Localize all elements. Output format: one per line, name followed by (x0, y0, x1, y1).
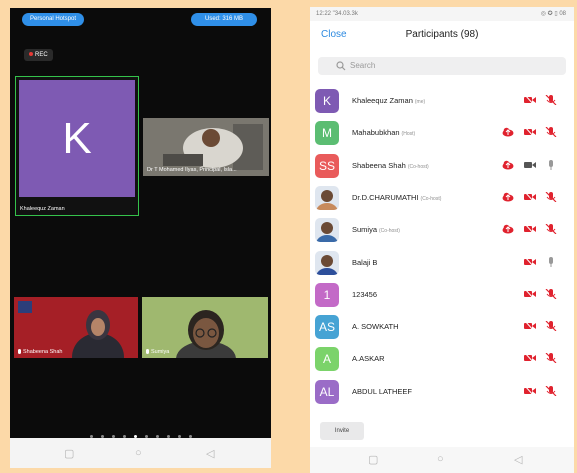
mic-off-icon (545, 224, 557, 235)
back-icon[interactable]: ◁ (514, 453, 522, 466)
participant-name: A.ASKAR (352, 354, 385, 364)
participant-avatar: AL (315, 379, 339, 404)
self-name-label: Khaleequz Zaman (20, 206, 65, 212)
mic-on-icon (549, 256, 553, 267)
search-icon (336, 61, 346, 71)
home-icon[interactable]: ○ (135, 447, 142, 459)
meeting-screen: Personal Hotspot Used: 316 MB REC K Khal… (10, 8, 271, 468)
mic-on-icon (549, 159, 553, 170)
video-off-icon (524, 385, 536, 396)
participant-role: (Co-host) (407, 163, 429, 170)
record-dot-icon (29, 52, 33, 57)
recent-apps-icon[interactable]: ▢ (64, 447, 74, 460)
android-nav-bar: ▢ ○ ◁ (10, 438, 271, 468)
back-icon[interactable]: ◁ (206, 447, 214, 460)
participant-row[interactable]: Dr.D.CHARUMATHI (Co-host) (310, 182, 574, 214)
screen-share-icon (502, 192, 514, 202)
video-off-icon (524, 224, 536, 235)
principal-video-tile[interactable]: Dr T Mohamed Ilyas, Principal, Isla... (143, 118, 269, 176)
participant-role: (Host) (401, 131, 416, 138)
participant-role: (Co-host) (420, 195, 442, 202)
participant-row[interactable]: SS Shabeena Shah (Co-host) (310, 150, 574, 182)
screen-share-icon (502, 127, 514, 137)
participants-screen: 12:22 "34.03.3k ◎ ✪ ▯ 08 Close Participa… (310, 7, 574, 473)
participant-name: Sumiya (Co-host) (352, 225, 400, 235)
status-bar: 12:22 "34.03.3k ◎ ✪ ▯ 08 (310, 7, 574, 21)
participant-name: 123456 (352, 289, 378, 299)
participant-role: (Co-host) (379, 228, 400, 235)
participant-row[interactable]: A A.ASKAR (310, 343, 574, 375)
participant-avatar: M (315, 121, 339, 146)
participant-avatar (315, 250, 339, 275)
participant-avatar: SS (315, 153, 339, 178)
search-input[interactable]: Search (318, 57, 566, 75)
screen-share-icon (502, 160, 514, 170)
recent-apps-icon[interactable]: ▢ (368, 453, 378, 466)
rec-label: REC (35, 52, 48, 58)
invite-button[interactable]: Invite (320, 422, 364, 440)
mic-icon (146, 349, 149, 355)
participants-title: Participants (98) (405, 29, 479, 40)
participant-avatar: 1 (315, 282, 339, 307)
participant-avatar: K (315, 89, 339, 113)
recording-indicator: REC (24, 49, 53, 61)
mic-off-icon (545, 353, 557, 364)
mic-icon (18, 349, 21, 355)
participant-name: A. SOWKATH (352, 322, 399, 332)
screen-share-icon (502, 224, 514, 234)
video-off-icon (524, 353, 536, 364)
video-on-icon (524, 161, 536, 168)
mic-off-icon (545, 127, 557, 138)
participant-name: Khaleequz Zaman (me) (352, 96, 426, 105)
participant-name: Dr.D.CHARUMATHI (Co-host) (352, 192, 442, 202)
mic-off-icon (545, 191, 557, 202)
participant-name: ABDUL LATHEEF (352, 386, 413, 396)
status-icons: ◎ ✪ ▯ 08 (540, 11, 566, 17)
mic-off-icon (545, 321, 557, 332)
participant-row[interactable]: Balaji B (310, 247, 574, 279)
participant-role: (me) (414, 99, 426, 105)
data-usage-button[interactable]: Used: 316 MB (191, 13, 257, 26)
sumiya-name-label: Sumiya (146, 349, 169, 355)
android-nav-bar: ▢ ○ ◁ (310, 447, 574, 473)
participant-row[interactable]: Sumiya (Co-host) (310, 214, 574, 246)
participant-avatar: AS (315, 315, 339, 340)
self-avatar: K (19, 80, 135, 197)
shabeena-name-label: Shabeena Shah (18, 349, 62, 355)
participant-name: Shabeena Shah (Co-host) (352, 160, 429, 170)
shabeena-video-tile[interactable]: Shabeena Shah (14, 297, 138, 358)
self-video-tile[interactable]: K Khaleequz Zaman (15, 76, 139, 216)
video-off-icon (524, 127, 536, 138)
participant-avatar (315, 185, 339, 210)
participant-name: Mahabubkhan (Host) (352, 128, 416, 138)
video-off-icon (524, 256, 536, 267)
participant-avatar: A (315, 347, 339, 372)
participant-row[interactable]: 1 123456 (310, 279, 574, 311)
mic-off-icon (545, 288, 557, 299)
participant-avatar (315, 218, 339, 243)
video-off-icon (524, 321, 536, 332)
mic-off-icon (545, 95, 557, 105)
video-off-icon (524, 95, 536, 105)
status-time: 12:22 "34.03.3k (316, 11, 358, 17)
mic-off-icon (545, 385, 557, 396)
principal-name-label: Dr T Mohamed Ilyas, Principal, Isla... (147, 167, 237, 173)
video-off-icon (524, 288, 536, 299)
participant-row[interactable]: M Mahabubkhan (Host) (310, 117, 574, 149)
video-off-icon (524, 191, 536, 202)
home-icon[interactable]: ○ (437, 453, 444, 465)
participant-row[interactable]: AL ABDUL LATHEEF (310, 376, 574, 408)
participant-name: Balaji B (352, 257, 378, 267)
participants-header: Close Participants (98) (310, 21, 574, 49)
search-placeholder: Search (350, 61, 376, 70)
hotspot-button[interactable]: Personal Hotspot (22, 13, 84, 26)
participant-row[interactable]: K Khaleequz Zaman (me) (310, 85, 574, 117)
sumiya-video-tile[interactable]: Sumiya (142, 297, 268, 358)
participant-row[interactable]: AS A. SOWKATH (310, 311, 574, 343)
